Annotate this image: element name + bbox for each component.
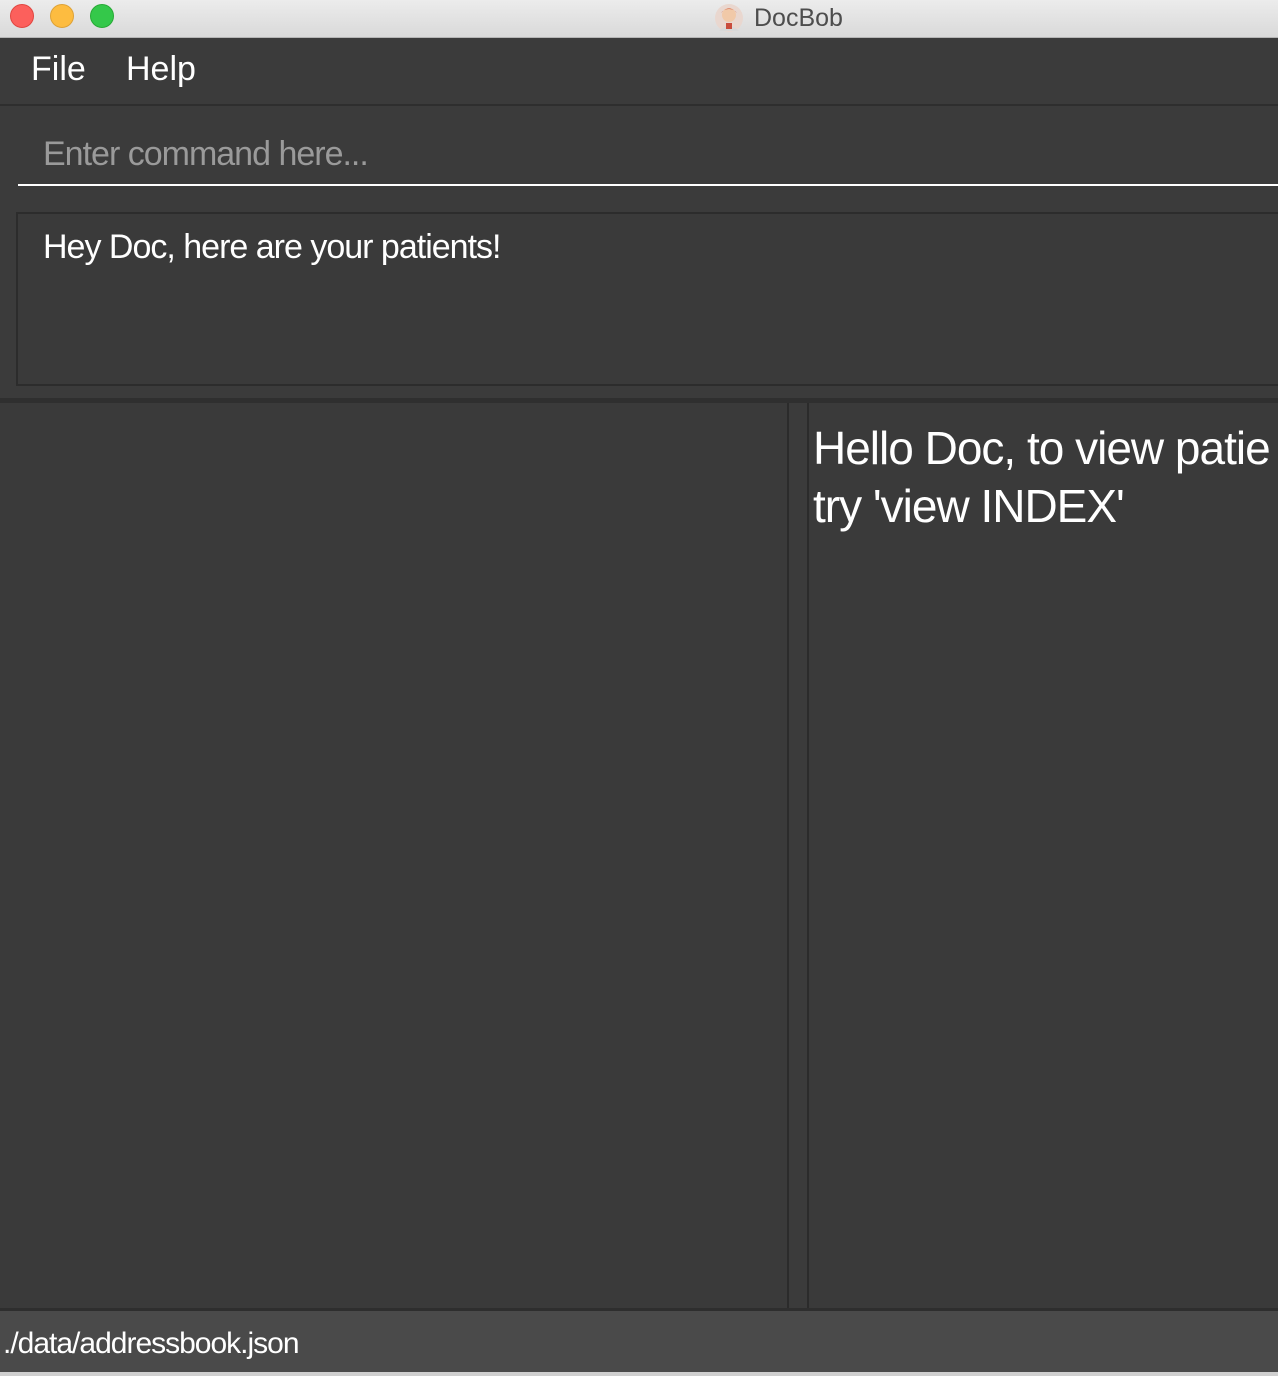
title-bar: DocBob [0, 0, 1278, 38]
app-window: DocBob File Help Hey Doc, here are your … [0, 0, 1278, 1376]
patient-detail-panel: Hello Doc, to view patie try 'view INDEX… [807, 403, 1278, 1308]
detail-message-line-2: try 'view INDEX' [813, 480, 1125, 532]
docbob-avatar-icon [714, 3, 744, 33]
result-message: Hey Doc, here are your patients! [43, 228, 501, 266]
window-title: DocBob [754, 3, 843, 32]
zoom-window-button[interactable] [90, 4, 114, 28]
status-bar: ./data/addressbook.json [0, 1308, 1278, 1376]
detail-message: Hello Doc, to view patie try 'view INDEX… [813, 419, 1271, 535]
status-file-path: ./data/addressbook.json [3, 1327, 300, 1360]
menu-bar: File Help [0, 38, 1278, 106]
pane-splitter[interactable] [789, 403, 807, 1308]
patient-list-panel[interactable] [0, 403, 789, 1308]
menu-help[interactable]: Help [126, 50, 196, 89]
close-window-button[interactable] [10, 4, 34, 28]
result-display: Hey Doc, here are your patients! [16, 212, 1278, 386]
command-input[interactable] [18, 124, 1278, 186]
result-display-container: Hey Doc, here are your patients! [0, 200, 1278, 403]
menu-file[interactable]: File [31, 50, 86, 89]
status-bar-edge [0, 1372, 1278, 1376]
window-title-group: DocBob [714, 0, 843, 36]
command-box-container [0, 106, 1278, 206]
minimize-window-button[interactable] [50, 4, 74, 28]
detail-message-line-1: Hello Doc, to view patie [813, 422, 1271, 474]
